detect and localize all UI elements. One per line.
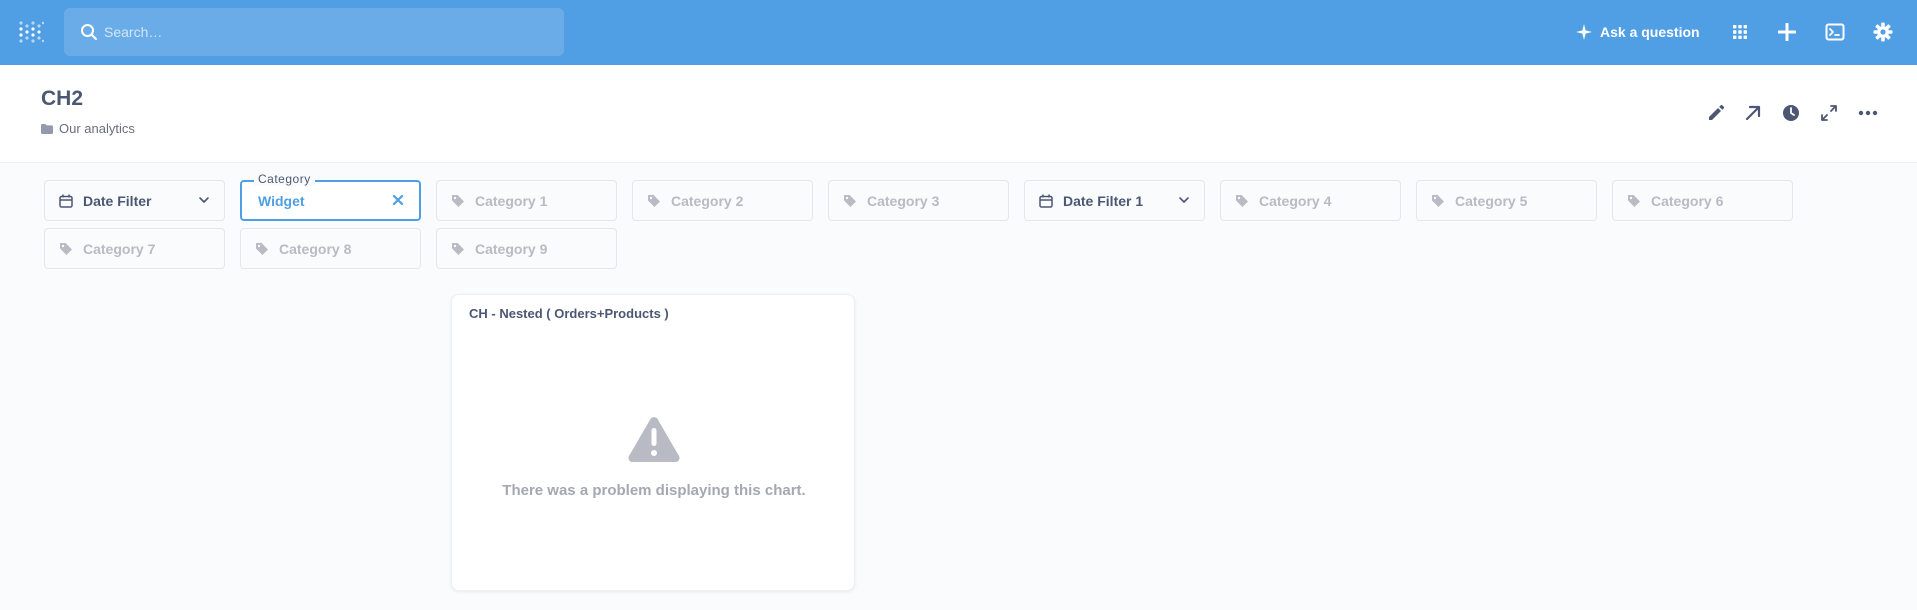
filter-category[interactable]: Category Widget — [240, 172, 421, 221]
history-clock-icon — [1783, 105, 1799, 121]
dashboard-title[interactable]: CH2 — [41, 87, 83, 111]
filter-label: Category 5 — [1455, 192, 1528, 209]
share-button[interactable] — [1741, 101, 1765, 125]
filter-value: Widget — [258, 192, 305, 209]
tag-icon — [451, 194, 465, 208]
share-arrow-icon — [1745, 105, 1761, 121]
sql-editor-button[interactable] — [1823, 20, 1847, 44]
ask-question-label: Ask a question — [1600, 24, 1700, 40]
fullscreen-button[interactable] — [1817, 101, 1841, 125]
error-message: There was a problem displaying this char… — [502, 482, 806, 499]
tag-icon — [1431, 194, 1445, 208]
clear-icon[interactable] — [391, 193, 405, 207]
tag-icon — [451, 242, 465, 256]
dashboard-header: CH2 Our analytics — [0, 65, 1917, 163]
filter-category-2[interactable]: Category 2 — [632, 180, 813, 221]
tag-icon — [255, 242, 269, 256]
filter-category-4[interactable]: Category 4 — [1220, 180, 1401, 221]
tag-icon — [1235, 194, 1249, 208]
filter-date-filter[interactable]: Date Filter — [44, 180, 225, 221]
filter-floating-label: Category — [254, 172, 315, 186]
filter-label: Category 8 — [279, 240, 352, 257]
history-button[interactable] — [1779, 101, 1803, 125]
settings-button[interactable] — [1871, 20, 1895, 44]
tag-icon — [843, 194, 857, 208]
top-navbar: Ask a question — [0, 0, 1917, 65]
tag-icon — [647, 194, 661, 208]
new-button[interactable] — [1775, 20, 1799, 44]
filter-label: Category 4 — [1259, 192, 1332, 209]
filter-date-filter-1[interactable]: Date Filter 1 — [1024, 180, 1205, 221]
folder-icon — [41, 123, 53, 134]
apps-grid-icon — [1733, 25, 1747, 39]
search-input[interactable] — [104, 8, 544, 56]
filter-category-6[interactable]: Category 6 — [1612, 180, 1793, 221]
collection-breadcrumb[interactable]: Our analytics — [41, 121, 135, 136]
gear-icon — [1873, 22, 1893, 42]
collection-name: Our analytics — [59, 121, 135, 136]
filter-category-5[interactable]: Category 5 — [1416, 180, 1597, 221]
search-icon — [81, 24, 97, 40]
edit-dashboard-button[interactable] — [1704, 101, 1728, 125]
tag-icon — [1627, 194, 1641, 208]
filter-label: Category 2 — [671, 192, 744, 209]
chevron-down-icon — [199, 197, 209, 203]
filter-label: Date Filter 1 — [1063, 192, 1144, 209]
chevron-down-icon — [1179, 197, 1189, 203]
sql-editor-icon — [1825, 23, 1845, 41]
filter-label: Category 6 — [1651, 192, 1724, 209]
filter-label: Category 7 — [83, 240, 156, 257]
card-title[interactable]: CH - Nested ( Orders+Products ) — [469, 306, 669, 321]
filter-label: Category 3 — [867, 192, 940, 209]
more-options-button[interactable] — [1856, 101, 1880, 125]
ask-question-button[interactable]: Ask a question — [1576, 20, 1700, 44]
plus-icon — [1778, 23, 1796, 41]
filter-label: Category 1 — [475, 192, 548, 209]
search-bar[interactable] — [64, 8, 564, 56]
pencil-icon — [1709, 104, 1725, 120]
metabase-logo-icon[interactable] — [18, 20, 44, 46]
filter-category-9[interactable]: Category 9 — [436, 228, 617, 269]
apps-grid-button[interactable] — [1728, 20, 1752, 44]
filter-category-8[interactable]: Category 8 — [240, 228, 421, 269]
calendar-icon — [1039, 194, 1053, 208]
filter-label: Category 9 — [475, 240, 548, 257]
filter-label: Date Filter — [83, 192, 152, 209]
more-dots-icon — [1858, 110, 1878, 116]
tag-icon — [59, 242, 73, 256]
filter-category-7[interactable]: Category 7 — [44, 228, 225, 269]
filter-category-3[interactable]: Category 3 — [828, 180, 1009, 221]
filter-category-1[interactable]: Category 1 — [436, 180, 617, 221]
calendar-icon — [59, 194, 73, 208]
warning-icon — [628, 417, 680, 462]
sparkle-icon — [1576, 24, 1592, 40]
dashcard[interactable]: CH - Nested ( Orders+Products ) There wa… — [451, 294, 855, 591]
fullscreen-icon — [1821, 105, 1837, 121]
